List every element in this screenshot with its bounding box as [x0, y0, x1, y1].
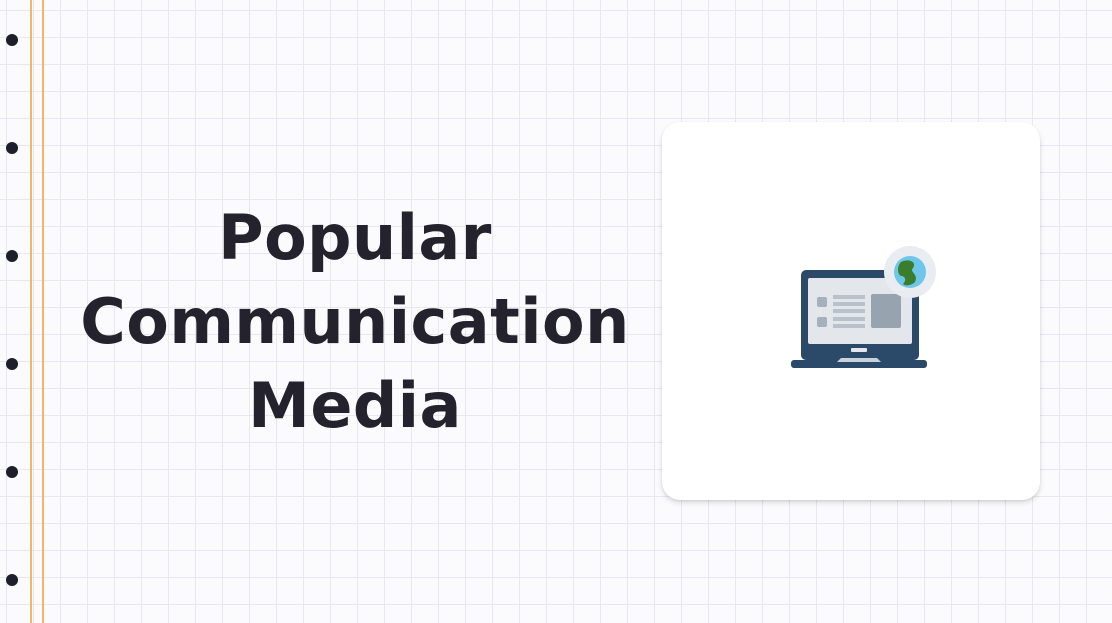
slide-title: Popular Communication Media — [60, 196, 650, 448]
title-line-3: Media — [248, 369, 462, 442]
margin-line-left — [30, 0, 32, 623]
title-line-1: Popular — [218, 201, 492, 274]
binder-hole — [6, 466, 18, 478]
binder-hole — [6, 142, 18, 154]
binder-hole — [6, 34, 18, 46]
title-line-2: Communication — [80, 285, 630, 358]
binder-hole — [6, 574, 18, 586]
margin-line-right — [42, 0, 44, 623]
laptop-with-globe-icon — [791, 246, 936, 368]
binder-hole — [6, 250, 18, 262]
illustration-card — [662, 122, 1040, 500]
binder-hole — [6, 358, 18, 370]
